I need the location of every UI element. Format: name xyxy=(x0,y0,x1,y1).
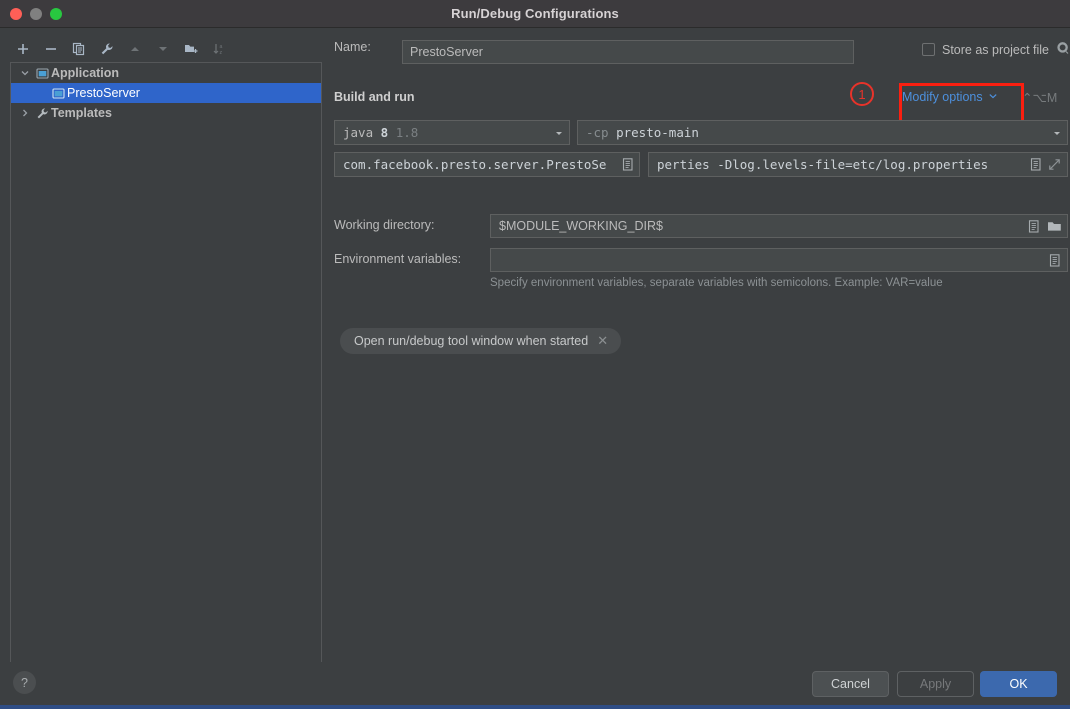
close-icon[interactable]: ✕ xyxy=(597,333,608,349)
jdk-version: 8 xyxy=(380,125,389,140)
wrench-icon xyxy=(33,107,51,120)
chevron-down-icon[interactable] xyxy=(17,68,33,78)
wrench-icon xyxy=(101,43,113,55)
option-chip-label: Open run/debug tool window when started xyxy=(354,334,589,348)
move-up-button[interactable] xyxy=(122,37,148,61)
expand-icon[interactable] xyxy=(1046,155,1063,175)
minus-icon xyxy=(46,48,56,50)
tree-item-label: PrestoServer xyxy=(67,86,140,100)
main-class-input[interactable]: com.facebook.presto.server.PrestoSe xyxy=(334,152,640,177)
folder-add-icon xyxy=(184,45,197,53)
ok-button[interactable]: OK xyxy=(980,671,1057,697)
environment-variables-input[interactable] xyxy=(490,248,1068,272)
environment-variables-list-icon[interactable] xyxy=(1046,250,1063,270)
remove-configuration-button[interactable] xyxy=(38,37,64,61)
sort-configurations-button[interactable]: a z xyxy=(206,37,232,61)
chevron-down-icon[interactable] xyxy=(1051,127,1063,139)
configuration-editor-pane: Name: PrestoServer Store as project file… xyxy=(332,28,1070,662)
window-bottom-edge xyxy=(0,705,1070,709)
chevron-right-icon[interactable] xyxy=(17,108,33,118)
build-and-run-title: Build and run xyxy=(334,90,415,104)
move-down-button[interactable] xyxy=(150,37,176,61)
svg-text:z: z xyxy=(220,50,223,56)
modify-options-shortcut: ⌃⌥M xyxy=(1022,91,1058,105)
working-directory-value: $MODULE_WORKING_DIR$ xyxy=(499,219,663,233)
tree-item-label: Templates xyxy=(51,106,112,120)
chevron-down-icon xyxy=(988,90,998,104)
browse-class-icon[interactable] xyxy=(619,155,636,175)
tree-item-prestoserver[interactable]: PrestoServer xyxy=(11,83,321,103)
arrow-down-icon xyxy=(159,47,167,51)
working-directory-label: Working directory: xyxy=(334,218,435,232)
jdk-value: java 8 1.8 xyxy=(343,125,418,140)
application-icon xyxy=(49,87,67,100)
modify-options-label: Modify options xyxy=(902,90,983,104)
vm-options-input[interactable]: perties -Dlog.levels-file=etc/log.proper… xyxy=(648,152,1068,177)
environment-variables-hint: Specify environment variables, separate … xyxy=(490,277,943,289)
tree-item-label: Application xyxy=(51,66,120,80)
help-button[interactable]: ? xyxy=(13,671,36,694)
edit-templates-button[interactable] xyxy=(94,37,120,61)
classpath-module: presto-main xyxy=(616,125,699,140)
move-into-folder-button[interactable] xyxy=(178,37,204,61)
classpath-value: -cp presto-main xyxy=(586,125,699,140)
window-title: Run/Debug Configurations xyxy=(451,6,619,21)
vm-options-list-icon[interactable] xyxy=(1027,155,1044,175)
option-chip-open-tool-window[interactable]: Open run/debug tool window when started … xyxy=(340,328,622,354)
store-as-project-file-checkbox[interactable] xyxy=(922,43,935,56)
cancel-button[interactable]: Cancel xyxy=(812,671,889,697)
main-class-value: com.facebook.presto.server.PrestoSe xyxy=(343,157,607,172)
plus-icon xyxy=(18,44,28,54)
run-debug-configurations-window: Run/Debug Configurations a z Application… xyxy=(0,0,1070,709)
application-icon xyxy=(33,67,51,80)
title-bar: Run/Debug Configurations xyxy=(0,0,1070,28)
configurations-toolbar: a z xyxy=(10,36,322,62)
environment-variables-label: Environment variables: xyxy=(334,252,462,266)
add-configuration-button[interactable] xyxy=(10,37,36,61)
tree-item-application[interactable]: Application xyxy=(11,63,321,83)
sort-az-icon: a z xyxy=(213,44,223,56)
copy-icon xyxy=(72,42,85,56)
macro-list-icon[interactable] xyxy=(1025,216,1042,236)
name-label: Name: xyxy=(334,40,371,54)
vm-options-value: perties -Dlog.levels-file=etc/log.proper… xyxy=(657,157,989,172)
dialog-footer: ? Cancel Apply OK xyxy=(0,662,1070,709)
jdk-prefix: java xyxy=(343,125,374,140)
name-input[interactable]: PrestoServer xyxy=(402,40,854,64)
store-as-project-file-row[interactable]: Store as project file xyxy=(922,41,1070,58)
jdk-version-full: 1.8 xyxy=(395,125,419,140)
chevron-down-icon[interactable] xyxy=(553,127,565,139)
gear-icon[interactable] xyxy=(1056,41,1070,58)
store-as-project-file-label: Store as project file xyxy=(942,42,1049,57)
modify-options-button[interactable]: Modify options xyxy=(902,90,998,104)
module-classpath-selector[interactable]: -cp presto-main xyxy=(577,120,1068,145)
configurations-tree[interactable]: Application PrestoServer Templates xyxy=(10,62,322,687)
tree-item-templates[interactable]: Templates xyxy=(11,103,321,123)
working-directory-input[interactable]: $MODULE_WORKING_DIR$ xyxy=(490,214,1068,238)
folder-browse-icon[interactable] xyxy=(1046,216,1063,236)
apply-button[interactable]: Apply xyxy=(897,671,974,697)
jdk-selector[interactable]: java 8 1.8 xyxy=(334,120,570,145)
dialog-content: a z Application PrestoServer Templates N… xyxy=(0,28,1070,687)
copy-configuration-button[interactable] xyxy=(66,37,92,61)
annotation-marker-1: 1 xyxy=(850,82,874,106)
arrow-up-icon xyxy=(131,47,139,51)
classpath-flag: -cp xyxy=(586,125,609,140)
